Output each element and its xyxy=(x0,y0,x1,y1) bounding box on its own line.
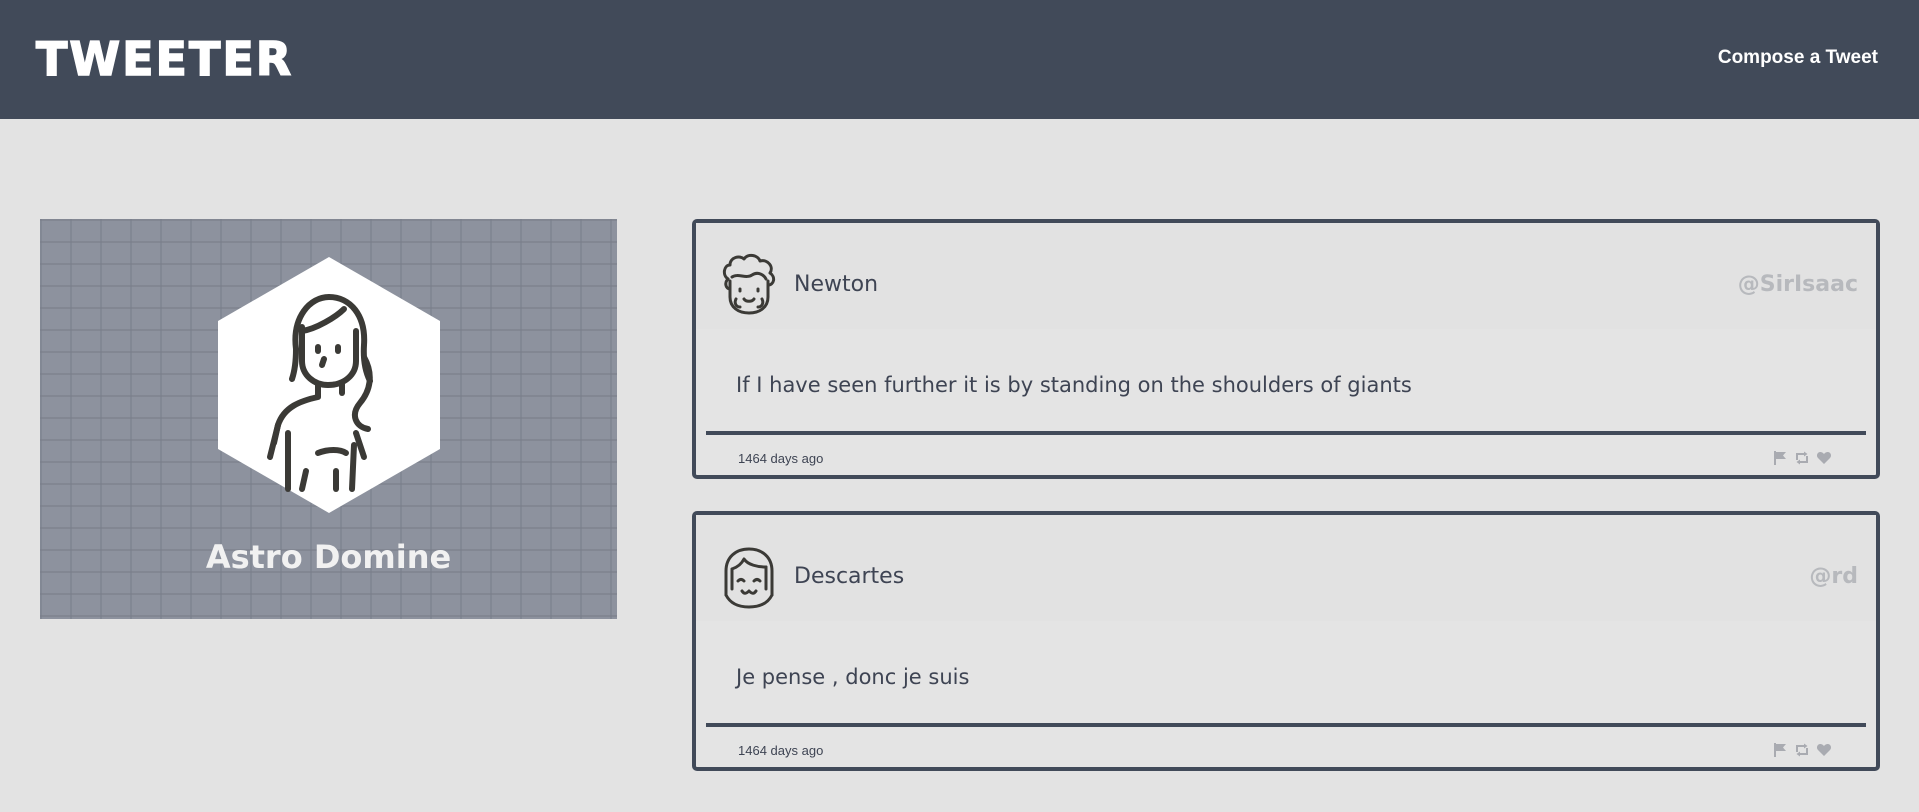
heart-icon[interactable] xyxy=(1816,742,1832,758)
woman-avatar-icon xyxy=(218,257,440,513)
tweet-actions xyxy=(1772,450,1832,466)
tweet-text: Je pense , donc je suis xyxy=(736,665,970,689)
flag-icon[interactable] xyxy=(1772,742,1788,758)
profile-name: Astro Domine xyxy=(205,538,452,576)
tweet-author-name[interactable]: Descartes xyxy=(794,563,904,591)
app-logo[interactable]: TWEETER xyxy=(35,32,293,86)
tweet-avatar xyxy=(718,545,780,609)
tweet-divider xyxy=(706,431,1866,435)
tweet-text: If I have seen further it is by standing… xyxy=(736,373,1412,397)
flag-icon[interactable] xyxy=(1772,450,1788,466)
profile-card: Astro Domine xyxy=(40,219,617,619)
tweet-card: Newton @SirIsaac If I have seen further … xyxy=(692,219,1880,479)
retweet-icon[interactable] xyxy=(1794,450,1810,466)
top-navbar: TWEETER Compose a Tweet xyxy=(0,0,1919,119)
profile-avatar xyxy=(218,257,440,513)
tweet-author-name[interactable]: Newton xyxy=(794,271,878,299)
tweet-avatar xyxy=(718,253,780,317)
tweet-card: Descartes @rd Je pense , donc je suis 14… xyxy=(692,511,1880,771)
tweet-author-handle[interactable]: @SirIsaac xyxy=(1738,271,1858,299)
tweet-timestamp: 1464 days ago xyxy=(738,451,824,466)
tweet-header: Descartes @rd xyxy=(696,515,1876,621)
curly-hair-face-icon xyxy=(722,253,776,315)
tweet-timestamp: 1464 days ago xyxy=(738,743,824,758)
tweet-actions xyxy=(1772,742,1832,758)
tweet-header: Newton @SirIsaac xyxy=(696,223,1876,329)
heart-icon[interactable] xyxy=(1816,450,1832,466)
tweet-divider xyxy=(706,723,1866,727)
compose-tweet-button[interactable]: Compose a Tweet xyxy=(1718,46,1878,70)
tweet-author-handle[interactable]: @rd xyxy=(1809,563,1858,591)
bob-hair-face-icon xyxy=(724,547,774,609)
retweet-icon[interactable] xyxy=(1794,742,1810,758)
